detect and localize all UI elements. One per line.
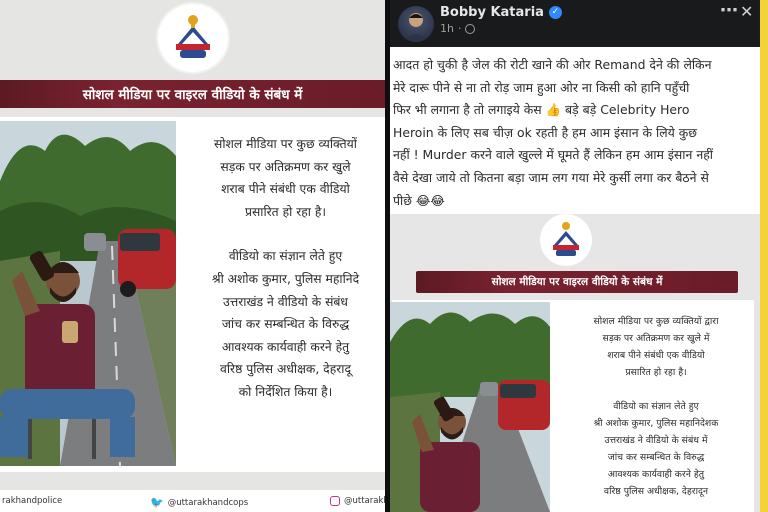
notice-line: जांच कर सम्बन्धित के विरुद्ध — [221, 317, 350, 332]
notice-line: को निर्देशित किया है। — [238, 384, 333, 399]
avatar[interactable] — [398, 6, 434, 42]
notice-line: सड़क पर अतिक्रमण कर खुले में — [602, 333, 710, 344]
footer-twitter-handle: @uttarakhandcops — [167, 497, 249, 508]
notice-line: श्री अशोक कुमार, पुलिस महानिदेशक — [593, 418, 719, 429]
notice-line: वीडियो का संज्ञान लेते हुए — [228, 249, 343, 264]
footer-facebook-handle: rakhandpolice — [2, 496, 63, 506]
notice-line: आवश्यक कार्यवाही करने हेतु — [607, 469, 705, 480]
post-text: आदत हो चुकी है जेल की रोटी खाने की ओर Re… — [393, 54, 765, 212]
notice-line: श्री अशोक कुमार, पुलिस महानिदे — [211, 271, 360, 286]
notice-line: जांच कर सम्बन्धित के विरुद्ध — [607, 452, 705, 463]
post-line: नहीं ! Murder करने वाले खुल्ले में घूमते… — [393, 147, 713, 163]
notice-title-banner: सोशल मीडिया पर वाइरल वीडियो के संबंध में — [0, 80, 385, 108]
author-name[interactable]: Bobby Kataria ✓ — [440, 5, 562, 20]
notice-line: उत्तराखंड ने वीडियो के संबंध में — [604, 435, 708, 446]
notice-line: वरिष्ठ पुलिस अधीक्षक, देहरादून — [603, 486, 709, 497]
instagram-icon — [330, 496, 340, 506]
notice-line: सोशल मीडिया पर कुछ व्यक्तियों — [214, 137, 357, 151]
notice-line: आवश्यक कार्यवाही करने हेतु — [221, 339, 350, 354]
post-line: फिर भी लगाना है तो लगाइये केस 👍 बड़े बड़… — [393, 102, 690, 118]
police-notice-panel: सोशल मीडिया पर वाइरल वीडियो के संबंध में — [0, 0, 385, 512]
notice-line: वरिष्ठ पुलिस अधीक्षक, देहरादू — [220, 362, 351, 377]
viral-video-photo — [0, 121, 176, 466]
notice-line: उत्तराखंड ने वीडियो के संबंध — [223, 294, 348, 309]
twitter-icon: 🐦 — [150, 496, 164, 509]
post-line: Heroin के लिए सब चीज़ ok रहती है हम आम इ… — [393, 124, 697, 140]
notice-line: वीडियो का संज्ञान लेते हुए — [613, 401, 699, 412]
post-time[interactable]: 1h — [440, 22, 454, 35]
edge-strip — [760, 0, 768, 512]
post-line: आदत हो चुकी है जेल की रोटी खाने की ओर Re… — [393, 57, 712, 72]
notice-title: सोशल मीडिया पर वाइरल वीडियो के संबंध में — [82, 87, 303, 103]
shared-video-photo — [390, 302, 550, 512]
shared-title: सोशल मीडिया पर वाइरल वीडियो के संबंध में — [491, 276, 663, 288]
notice-line: प्रसारित हो रहा है। — [244, 204, 327, 219]
shared-notice-text: सोशल मीडिया पर कुछ व्यक्तियों द्वारा सड़… — [558, 313, 754, 500]
notice-text: सोशल मीडिया पर कुछ व्यक्तियों सड़क पर अत… — [186, 133, 385, 404]
notice-line: शराब पीने संबंधी एक वीडियो — [607, 350, 705, 361]
footer-facebook[interactable]: rakhandpolice — [2, 496, 62, 506]
verified-icon: ✓ — [548, 6, 562, 19]
post-meta: 1h · — [440, 22, 476, 35]
notice-line: सड़क पर अतिक्रमण कर खुले — [220, 159, 351, 174]
shared-title-banner: सोशल मीडिया पर वाइरल वीडियो के संबंध में — [416, 271, 738, 293]
notice-line: प्रसारित हो रहा है। — [625, 367, 687, 378]
facebook-post-panel: Bobby Kataria ✓ 1h · ⋯ ✕ आदत हो चुकी है … — [390, 0, 768, 512]
footer-twitter[interactable]: 🐦 @uttarakhandcops — [150, 496, 248, 509]
globe-icon — [465, 23, 476, 34]
post-line: मेरे दारू पीने से ना तो रोड़ जाम हुआ ओर … — [393, 79, 690, 95]
police-emblem-icon — [540, 214, 592, 266]
notice-line: शराब पीने संबंधी एक वीडियो — [221, 182, 350, 197]
footer-instagram[interactable]: @uttarakh — [330, 496, 385, 506]
notice-line: सोशल मीडिया पर कुछ व्यक्तियों द्वारा — [593, 316, 719, 327]
footer-instagram-handle: @uttarakh — [344, 496, 385, 506]
author-name-text: Bobby Kataria — [440, 5, 544, 20]
police-emblem-icon — [158, 4, 228, 72]
more-icon[interactable]: ⋯ — [720, 0, 739, 21]
post-line: वैसे देखा जाये तो कितना बड़ा जाम लग गया … — [393, 169, 709, 185]
social-footer: rakhandpolice 🐦 @uttarakhandcops @uttara… — [0, 490, 385, 512]
close-icon[interactable]: ✕ — [740, 2, 753, 21]
post-line: पीछे 😂😂 — [393, 192, 445, 208]
